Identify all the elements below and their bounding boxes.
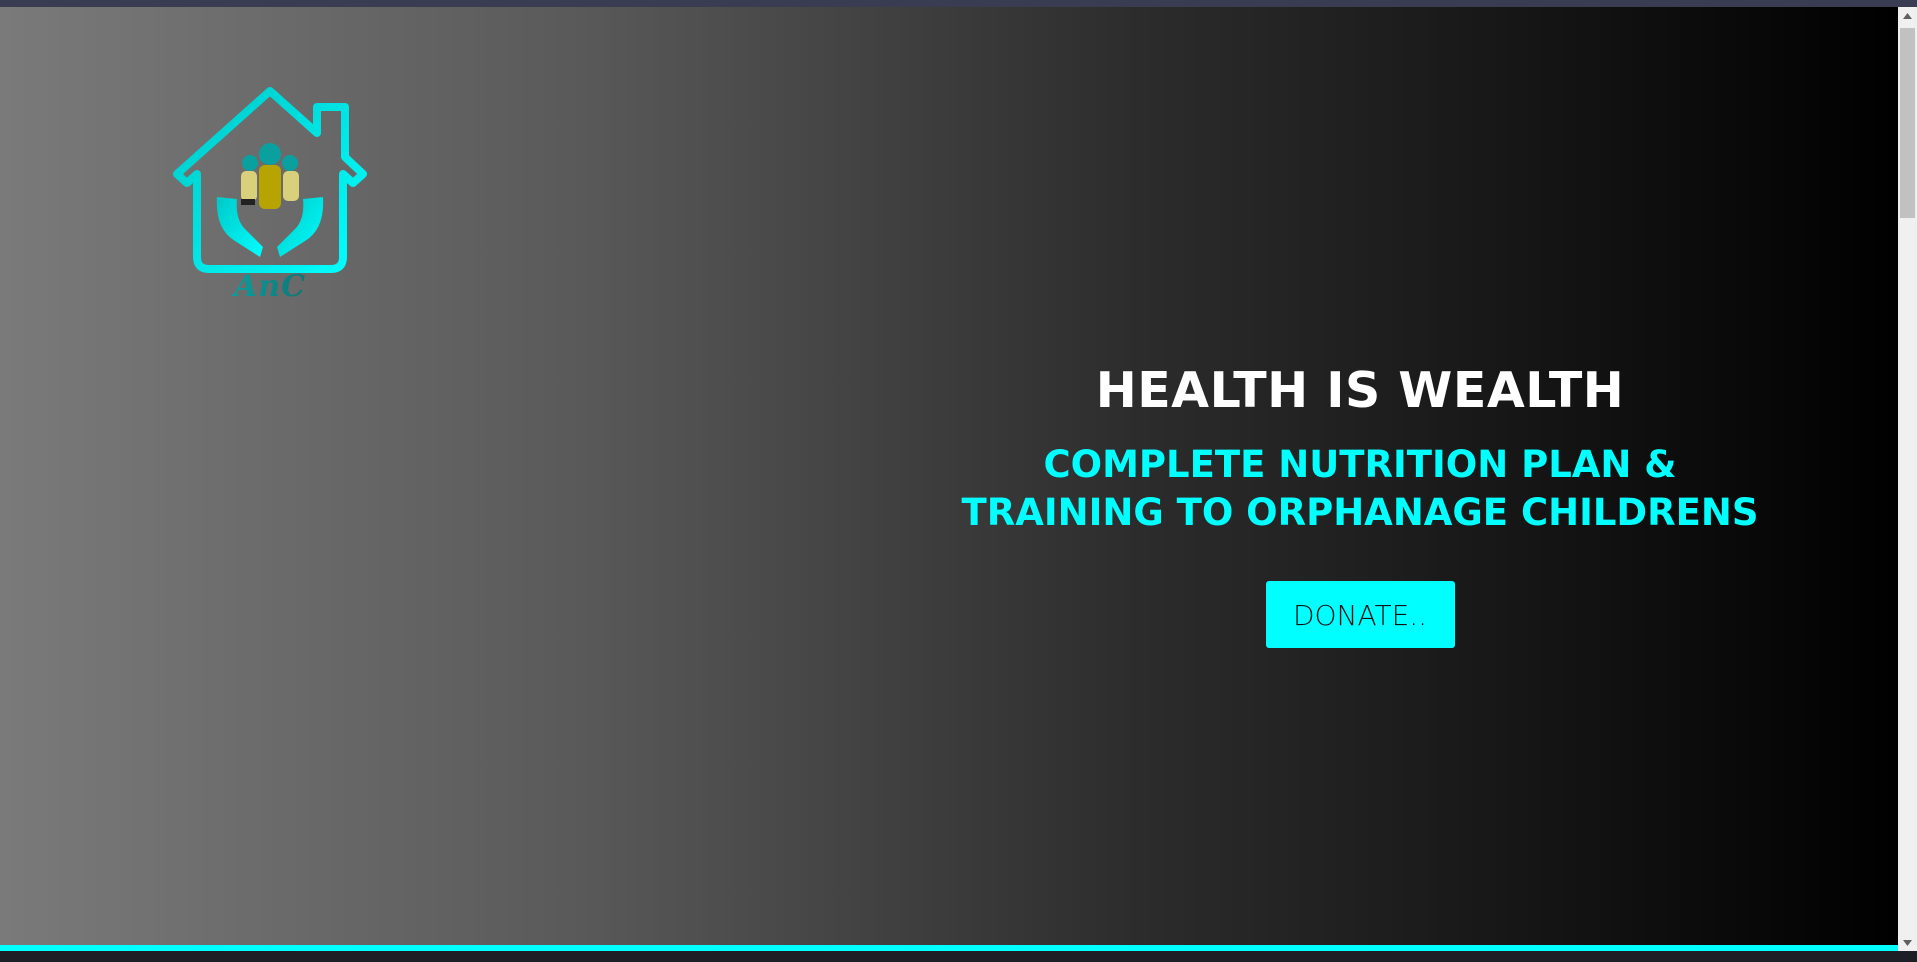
page-scrollbar[interactable] xyxy=(1898,7,1917,951)
triangle-up-icon[interactable] xyxy=(1898,7,1917,24)
scrollbar-thumb[interactable] xyxy=(1900,28,1915,218)
hero-subheadline: COMPLETE NUTRITION PLAN & TRAINING TO OR… xyxy=(961,443,1759,534)
site-logo[interactable]: AnC xyxy=(165,79,375,319)
donate-button[interactable]: DONATE.. xyxy=(1265,581,1455,648)
hero-section: AnC HEALTH IS WEALTH COMPLETE NUTRITION … xyxy=(0,7,1898,945)
bottom-strip xyxy=(0,951,1917,962)
hero-content: HEALTH IS WEALTH COMPLETE NUTRITION PLAN… xyxy=(940,362,1780,648)
browser-top-strip xyxy=(0,0,1917,7)
triangle-down-icon[interactable] xyxy=(1898,934,1917,951)
hero-headline: HEALTH IS WEALTH xyxy=(1095,362,1625,419)
logo-text: AnC xyxy=(165,269,375,304)
house-hands-children-logo-icon xyxy=(173,87,367,273)
